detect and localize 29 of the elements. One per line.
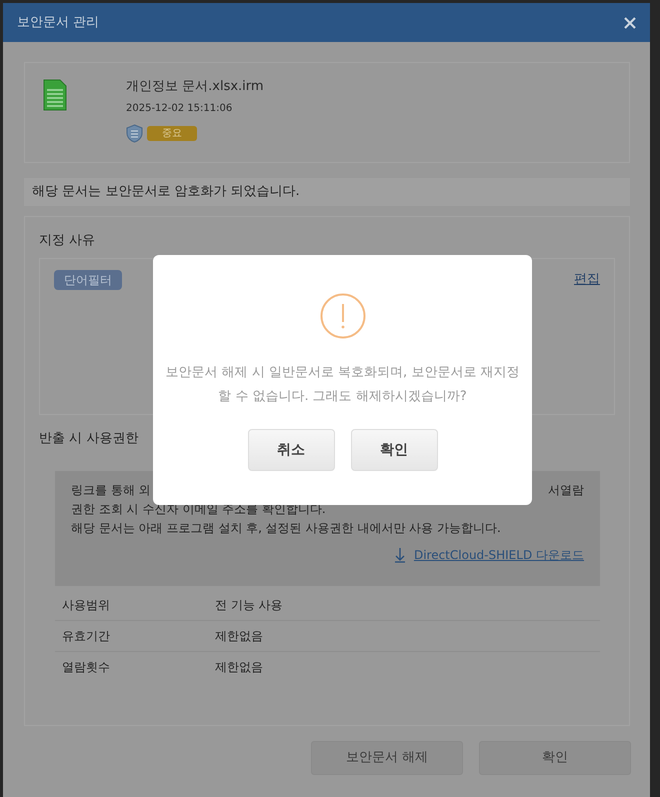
encrypted-message: 해당 문서는 보안문서로 암호화가 되었습니다. [24,178,630,206]
permission-value: 제한없음 [215,628,263,644]
release-button[interactable]: 보안문서 해제 [311,740,463,774]
grade-badge: 중요 [147,126,197,140]
edit-link[interactable]: 편집 [574,270,600,290]
spreadsheet-file-icon [43,79,67,111]
close-icon[interactable] [624,16,636,28]
dialog-title: 보안문서 관리 [17,14,100,32]
permission-label: 열람횟수 [61,659,111,676]
info-text: 해당 문서는 아래 프로그램 설치 후, 설정된 사용권한 내에서만 사용 가능합니다. [71,520,502,536]
shield-icon [126,124,143,142]
file-date: 2025-12-02 15:11:06 [126,102,234,116]
permission-value: 제한없음 [215,659,263,676]
download-link[interactable]: DirectCloud-SHIELD 다운로드 [414,546,584,564]
info-text: 링크를 통해 외 [71,482,151,498]
permission-value: 전 기능 사용 [215,596,283,614]
cancel-button[interactable]: 취소 [248,429,334,471]
permission-label: 사용범위 [61,596,111,614]
download-arrow-icon [394,547,406,563]
filter-tag: 단어필터 [54,270,122,290]
permission-label: 유효기간 [61,628,111,644]
file-name: 개인정보 문서.xlsx.irm [126,78,264,96]
reason-heading: 지정 사유 [39,232,96,250]
confirm-button[interactable]: 확인 [350,429,438,471]
alert-message: 보안문서 해제 시 일반문서로 복호화되며, 보안문서로 재지정할 수 없습니다. 그래도 해제하시겠습니까? [164,364,520,406]
permissions-heading: 반출 시 사용권한 [39,430,138,448]
warning-icon [320,293,366,339]
confirm-button[interactable]: 확인 [479,740,631,774]
info-text: 서열람 [548,482,584,498]
